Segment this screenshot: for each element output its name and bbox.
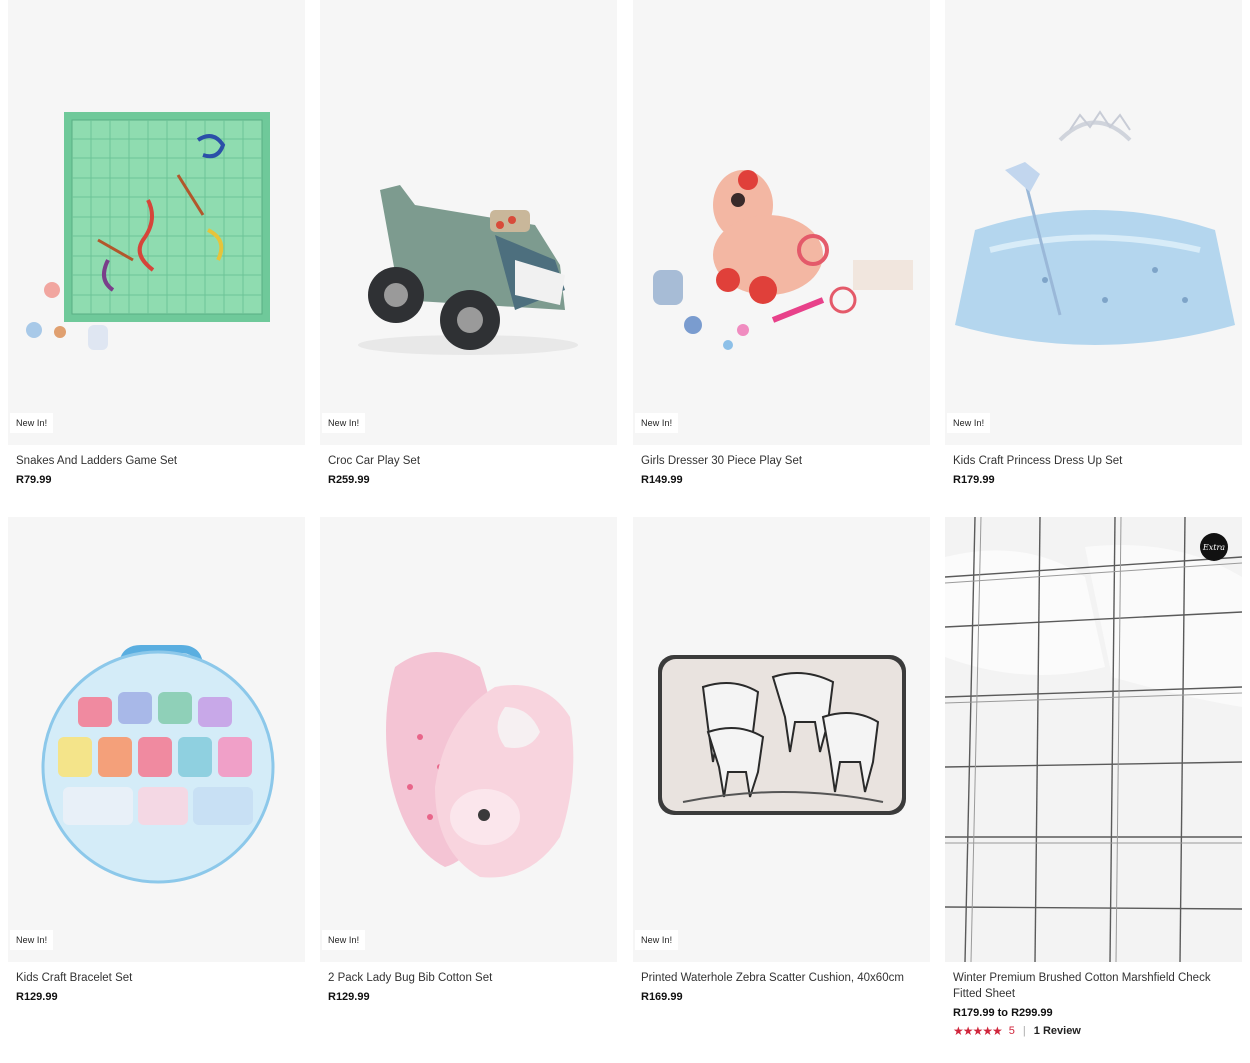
- product-rating[interactable]: ★★★★★ 5 | 1 Review: [953, 1024, 1081, 1038]
- product-title[interactable]: 2 Pack Lady Bug Bib Cotton Set: [328, 970, 608, 986]
- product-price: R179.99: [953, 474, 995, 486]
- product-image[interactable]: [8, 517, 305, 962]
- product-price: R169.99: [641, 991, 683, 1003]
- new-in-badge: New In!: [10, 413, 54, 433]
- product-image[interactable]: [633, 0, 930, 445]
- product-price: R79.99: [16, 474, 52, 486]
- star-rating-icon: ★★★★★: [953, 1024, 1003, 1038]
- product-title[interactable]: Croc Car Play Set: [328, 453, 608, 469]
- product-title[interactable]: Girls Dresser 30 Piece Play Set: [641, 453, 921, 469]
- review-count-link[interactable]: 1 Review: [1034, 1025, 1081, 1037]
- product-title[interactable]: Snakes And Ladders Game Set: [16, 453, 296, 469]
- product-title[interactable]: Kids Craft Princess Dress Up Set: [953, 453, 1233, 469]
- rating-separator: |: [1022, 1025, 1026, 1037]
- product-price: R179.99 to R299.99: [953, 1007, 1053, 1019]
- product-price: R259.99: [328, 474, 370, 486]
- product-title[interactable]: Winter Premium Brushed Cotton Marshfield…: [953, 970, 1233, 1002]
- new-in-badge: New In!: [635, 413, 679, 433]
- product-image[interactable]: Extra: [945, 517, 1242, 962]
- product-price: R129.99: [328, 991, 370, 1003]
- product-price: R129.99: [16, 991, 58, 1003]
- product-title[interactable]: Printed Waterhole Zebra Scatter Cushion,…: [641, 970, 921, 986]
- product-price: R149.99: [641, 474, 683, 486]
- product-image[interactable]: [320, 517, 617, 962]
- product-image[interactable]: [8, 0, 305, 445]
- new-in-badge: New In!: [635, 930, 679, 950]
- new-in-badge: New In!: [322, 413, 366, 433]
- product-image[interactable]: [320, 0, 617, 445]
- product-image[interactable]: [633, 517, 930, 962]
- new-in-badge: New In!: [947, 413, 991, 433]
- product-title[interactable]: Kids Craft Bracelet Set: [16, 970, 296, 986]
- rating-value: 5: [1008, 1025, 1015, 1037]
- new-in-badge: New In!: [10, 930, 54, 950]
- product-image[interactable]: [945, 0, 1242, 445]
- new-in-badge: New In!: [322, 930, 366, 950]
- extra-badge-icon: Extra: [1200, 533, 1228, 561]
